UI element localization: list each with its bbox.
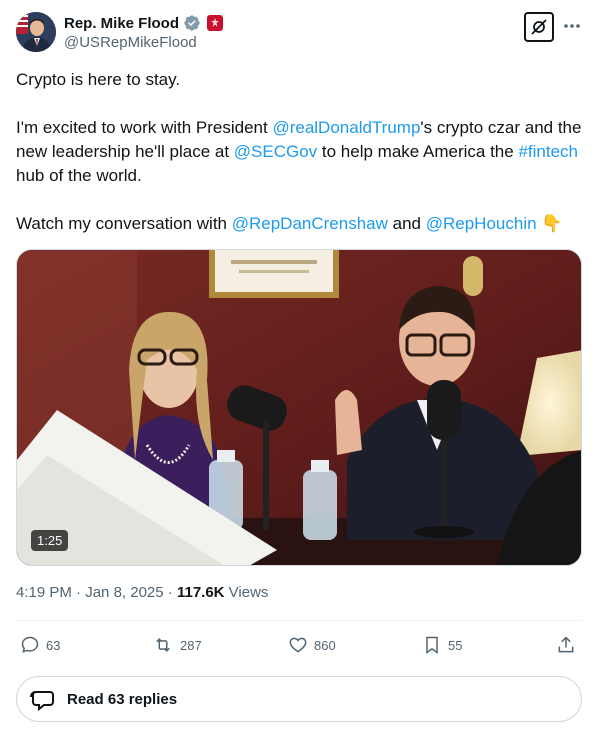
author-handle[interactable]: @USRepMikeFlood [64,34,223,51]
avatar[interactable] [16,12,56,52]
tweet-header: Rep. Mike Flood @USRepMikeFlood [16,12,582,54]
tweet-paragraph-3: Watch my conversation with @RepDanCrensh… [16,212,582,236]
author-display-name[interactable]: Rep. Mike Flood [64,15,179,32]
meta-separator: · [71,584,86,601]
tweet-meta: 4:19 PM · Jan 8, 2025 · 117.6K Views [16,584,268,601]
repost-button[interactable]: 287 [152,630,202,660]
hashtag-fintech[interactable]: #fintech [518,142,578,161]
repost-count: 287 [180,637,202,653]
read-replies-label: Read 63 replies [67,690,178,708]
mention-rephouchin[interactable]: @RepHouchin [426,214,537,233]
text-segment: Watch my conversation with [16,214,232,233]
like-count: 860 [314,637,336,653]
bookmark-button[interactable]: 55 [422,630,462,660]
repost-icon [156,638,170,652]
reply-icon [21,636,39,653]
bookmark-icon [426,636,438,654]
read-replies-button[interactable]: Read 63 replies [16,676,582,722]
text-segment: to help make America the [317,142,519,161]
text-segment: I'm excited to work with President [16,118,273,137]
tweet-time[interactable]: 4:19 PM [16,584,72,601]
video-player[interactable]: 1:25 [16,249,582,566]
name-row: Rep. Mike Flood [64,13,224,33]
share-icon [558,636,574,653]
tweet-line-1: Crypto is here to stay. [16,70,181,89]
author-names: Rep. Mike Flood @USRepMikeFlood [64,13,224,51]
bookmark-count: 55 [448,637,463,653]
verified-badge-icon[interactable] [183,14,201,32]
replies-bubble-icon [30,691,54,712]
us-house-seal-icon[interactable] [207,15,224,31]
divider [16,620,582,621]
reply-button[interactable]: 63 [20,630,60,660]
like-button[interactable]: 860 [288,630,336,660]
reply-count: 63 [46,637,61,653]
video-thumbnail [17,250,581,565]
share-button[interactable] [556,630,576,660]
mention-repdancrenshaw[interactable]: @RepDanCrenshaw [232,214,388,233]
tweet-date[interactable]: Jan 8, 2025 [85,584,163,601]
pointing-down-emoji: 👇 [541,214,563,233]
video-duration: 1:25 [31,530,69,551]
views-count: 117.6K [176,584,225,601]
text-segment: and [387,214,426,233]
views-label: Views [224,584,269,601]
meta-separator: · [163,584,177,601]
grok-icon[interactable] [524,12,554,42]
more-options-icon[interactable] [562,16,582,36]
mention-realdonaldtrump[interactable]: @realDonaldTrump [272,118,420,137]
tweet-paragraph-2: I'm excited to work with President @real… [16,116,582,188]
heart-icon [289,637,307,653]
text-segment: hub of the world. [16,166,142,185]
action-bar: 63 287 860 55 [16,630,582,660]
tweet-text: Crypto is here to stay. I'm excited to w… [16,68,582,236]
mention-secgov[interactable]: @SECGov [234,142,317,161]
